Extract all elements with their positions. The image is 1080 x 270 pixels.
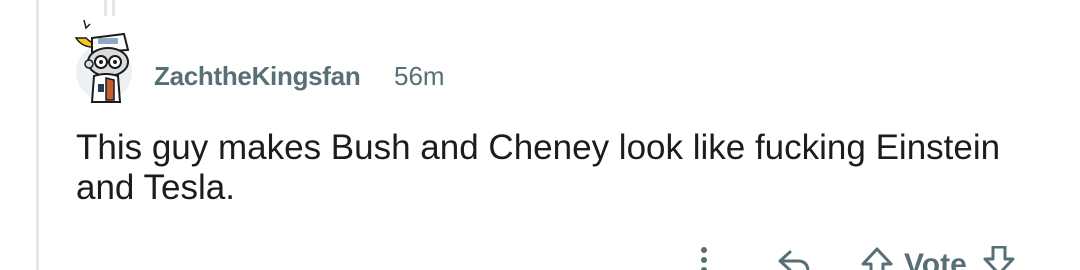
vote-label: Vote bbox=[904, 248, 967, 270]
upvote-arrow-icon[interactable] bbox=[860, 246, 894, 270]
comment-author[interactable]: ZachtheKingsfan bbox=[154, 60, 361, 92]
reply-arrow-icon[interactable] bbox=[776, 248, 812, 270]
comment-screen: ZachtheKingsfan 56m This guy makes Bush … bbox=[0, 0, 1080, 270]
thread-line-parent bbox=[112, 0, 115, 16]
comment-action-bar: Vote bbox=[0, 234, 1080, 270]
avatar-graphic bbox=[74, 19, 132, 103]
comment-body: This guy makes Bush and Cheney look like… bbox=[76, 128, 1001, 207]
snoo-avatar-icon[interactable] bbox=[70, 16, 144, 106]
downvote-arrow-icon[interactable] bbox=[982, 245, 1016, 270]
thread-line-parent bbox=[104, 0, 107, 16]
more-vertical-icon[interactable] bbox=[694, 244, 714, 270]
thread-line[interactable] bbox=[36, 0, 39, 270]
comment-timestamp: 56m bbox=[394, 61, 445, 91]
